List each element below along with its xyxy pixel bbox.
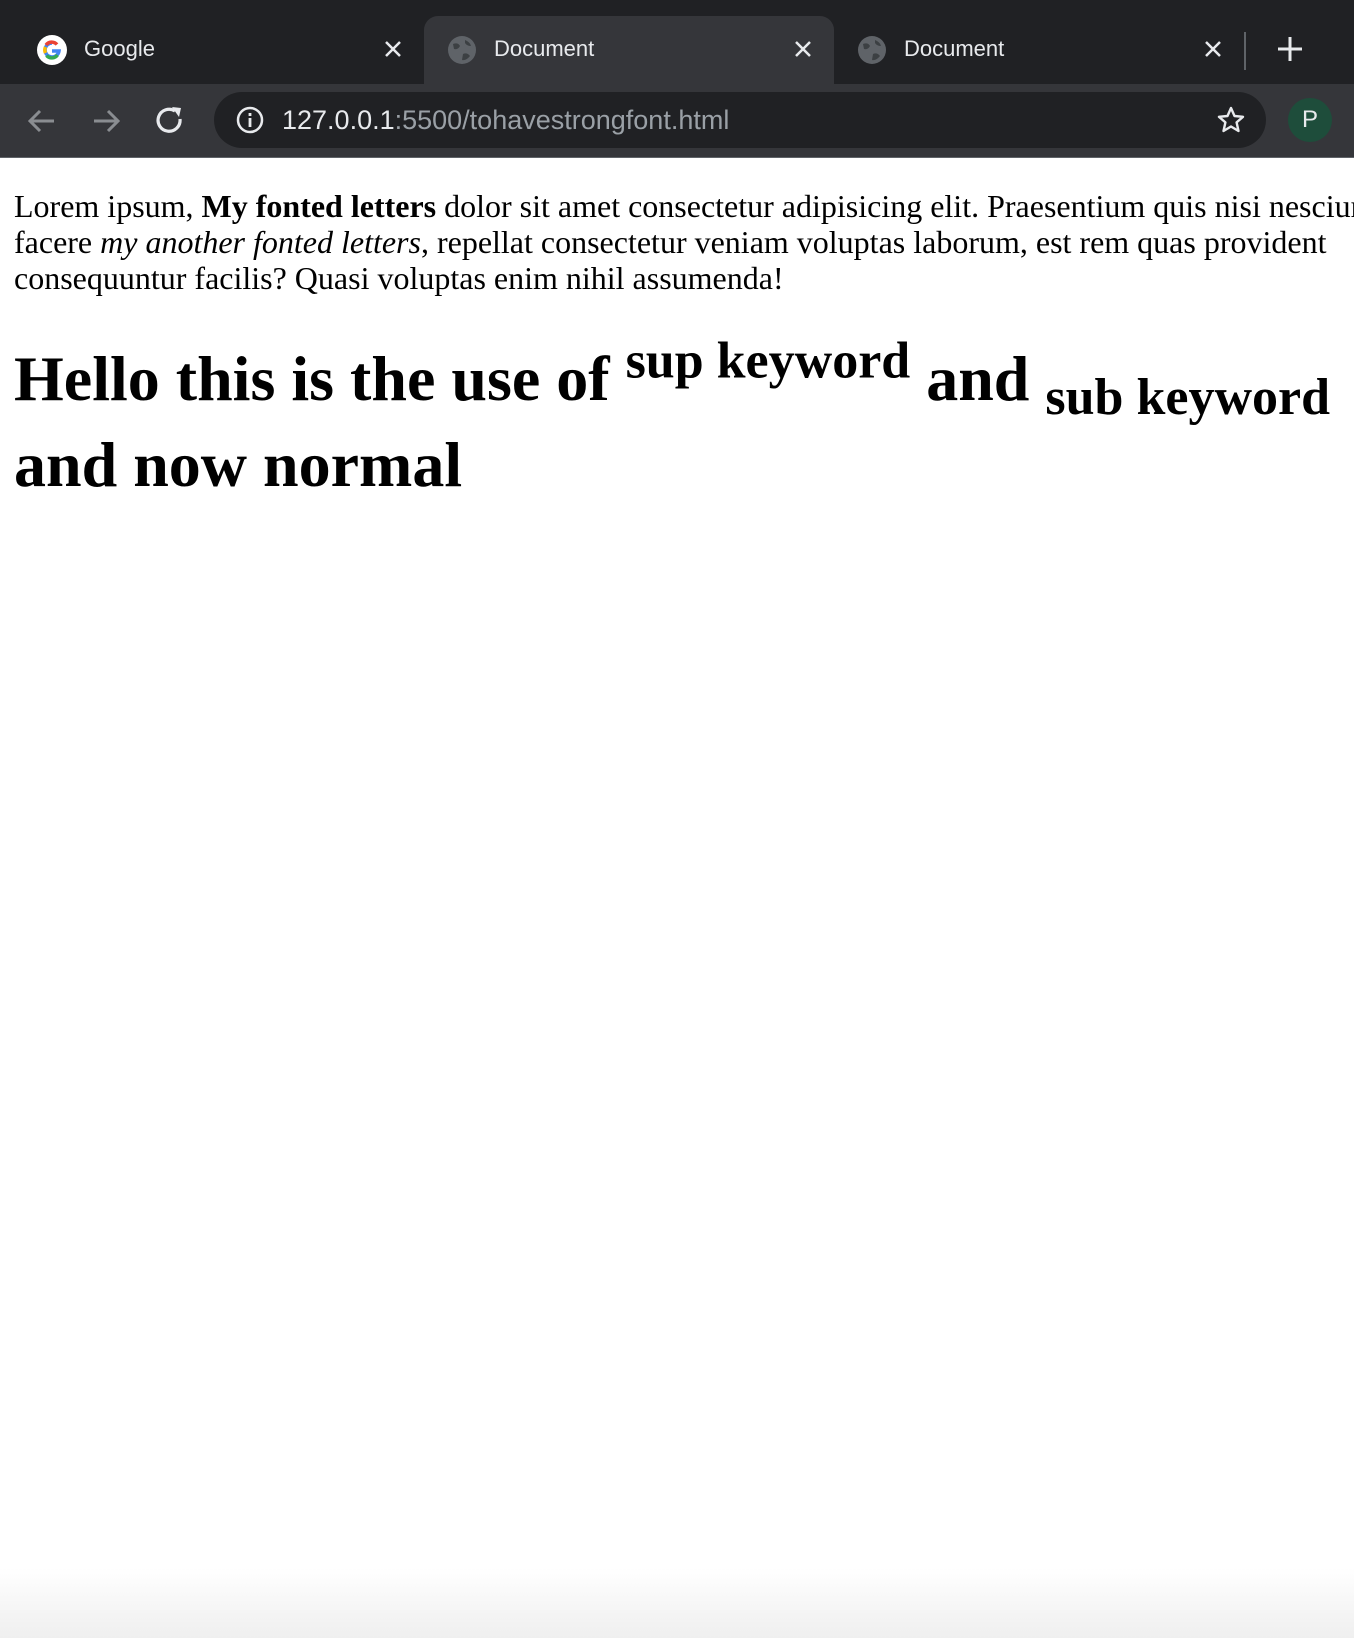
globe-icon [858, 36, 886, 64]
tab-title: Google [84, 36, 155, 61]
url-text: 127.0.0.1:5500/tohavestrongfont.html [282, 92, 729, 148]
tab-title: Document [904, 36, 1005, 61]
body-paragraph: Lorem ipsum, My fonted letters dolor sit… [14, 188, 1354, 296]
tab-google[interactable]: Google [14, 16, 424, 84]
page-content: Lorem ipsum, My fonted letters dolor sit… [0, 158, 1354, 1638]
url-host: 127.0.0.1 [282, 105, 395, 135]
site-info-icon[interactable] [236, 106, 264, 134]
url-path: :5500/tohavestrongfont.html [394, 105, 730, 135]
browser-toolbar: 127.0.0.1:5500/tohavestrongfont.html P [0, 84, 1354, 158]
bookmark-star-icon[interactable] [1216, 105, 1246, 135]
address-bar[interactable]: 127.0.0.1:5500/tohavestrongfont.html [214, 92, 1266, 148]
paragraph-text: Lorem ipsum, [14, 188, 202, 224]
close-icon[interactable] [792, 38, 814, 60]
tab-document-active[interactable]: Document [424, 16, 834, 84]
superscript-text: sup keyword [625, 332, 911, 390]
profile-avatar[interactable]: P [1288, 98, 1332, 142]
bottom-shade [0, 1568, 1354, 1638]
tab-divider [1244, 32, 1246, 70]
subscript-text: sub keyword [1045, 368, 1331, 426]
italic-text: my another fonted letters [100, 224, 421, 260]
back-arrow-icon[interactable] [24, 103, 60, 139]
close-icon[interactable] [382, 38, 404, 60]
forward-arrow-icon[interactable] [88, 103, 124, 139]
bold-text: My fonted letters [201, 188, 437, 224]
google-g-icon [37, 35, 67, 65]
heading-text: and now normal [14, 429, 463, 500]
globe-icon [448, 36, 476, 64]
tab-document[interactable]: Document [834, 16, 1244, 84]
tab-strip: Google Document Document [0, 0, 1354, 84]
page-heading: Hello this is the use of sup keyword and… [14, 332, 1344, 508]
reload-icon[interactable] [152, 103, 188, 139]
close-icon[interactable] [1202, 38, 1224, 60]
tab-title: Document [494, 36, 595, 61]
heading-text: and [910, 343, 1046, 414]
heading-text: Hello this is the use of [14, 343, 626, 414]
new-tab-plus-icon[interactable] [1275, 34, 1305, 64]
